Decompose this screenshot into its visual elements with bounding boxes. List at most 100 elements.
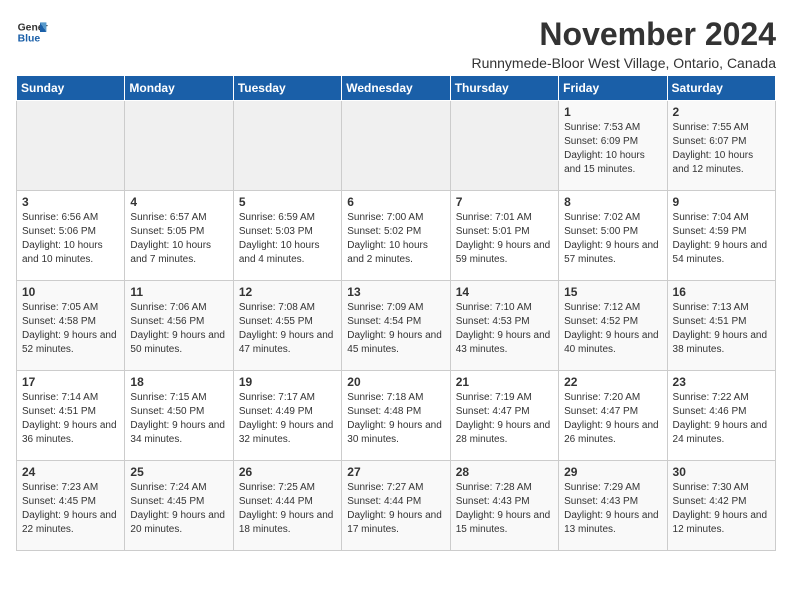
cell-info: Sunrise: 7:28 AM Sunset: 4:43 PM Dayligh… xyxy=(456,481,553,537)
day-number: 18 xyxy=(130,375,227,389)
calendar-table: SundayMondayTuesdayWednesdayThursdayFrid… xyxy=(16,75,776,551)
day-number: 29 xyxy=(564,465,661,479)
calendar-cell: 20 Sunrise: 7:18 AM Sunset: 4:48 PM Dayli… xyxy=(342,371,450,461)
calendar-cell: 5 Sunrise: 6:59 AM Sunset: 5:03 PM Daylig… xyxy=(233,191,341,281)
cell-info: Sunrise: 6:57 AM Sunset: 5:05 PM Dayligh… xyxy=(130,211,227,267)
cell-info: Sunrise: 7:53 AM Sunset: 6:09 PM Dayligh… xyxy=(564,121,661,177)
day-number: 13 xyxy=(347,285,444,299)
day-number: 20 xyxy=(347,375,444,389)
day-number: 8 xyxy=(564,195,661,209)
day-number: 14 xyxy=(456,285,553,299)
title-block: November 2024 Runnymede-Bloor West Villa… xyxy=(471,16,776,71)
subtitle: Runnymede-Bloor West Village, Ontario, C… xyxy=(471,55,776,71)
cell-info: Sunrise: 7:17 AM Sunset: 4:49 PM Dayligh… xyxy=(239,391,336,447)
month-title: November 2024 xyxy=(471,16,776,53)
cell-info: Sunrise: 7:22 AM Sunset: 4:46 PM Dayligh… xyxy=(673,391,770,447)
day-number: 6 xyxy=(347,195,444,209)
cell-info: Sunrise: 7:04 AM Sunset: 4:59 PM Dayligh… xyxy=(673,211,770,267)
calendar-week-row: 3 Sunrise: 6:56 AM Sunset: 5:06 PM Daylig… xyxy=(17,191,776,281)
day-number: 10 xyxy=(22,285,119,299)
day-number: 5 xyxy=(239,195,336,209)
cell-info: Sunrise: 7:55 AM Sunset: 6:07 PM Dayligh… xyxy=(673,121,770,177)
cell-info: Sunrise: 6:59 AM Sunset: 5:03 PM Dayligh… xyxy=(239,211,336,267)
calendar-week-row: 24 Sunrise: 7:23 AM Sunset: 4:45 PM Dayli… xyxy=(17,461,776,551)
calendar-cell: 23 Sunrise: 7:22 AM Sunset: 4:46 PM Dayli… xyxy=(667,371,775,461)
cell-info: Sunrise: 7:19 AM Sunset: 4:47 PM Dayligh… xyxy=(456,391,553,447)
cell-info: Sunrise: 7:12 AM Sunset: 4:52 PM Dayligh… xyxy=(564,301,661,357)
calendar-cell: 14 Sunrise: 7:10 AM Sunset: 4:53 PM Dayli… xyxy=(450,281,558,371)
calendar-cell: 24 Sunrise: 7:23 AM Sunset: 4:45 PM Dayli… xyxy=(17,461,125,551)
cell-info: Sunrise: 7:06 AM Sunset: 4:56 PM Dayligh… xyxy=(130,301,227,357)
day-number: 25 xyxy=(130,465,227,479)
calendar-cell: 22Sunrise: 7:20 AM Sunset: 4:47 PM Dayli… xyxy=(559,371,667,461)
calendar-cell xyxy=(125,101,233,191)
calendar-cell: 11Sunrise: 7:06 AM Sunset: 4:56 PM Dayli… xyxy=(125,281,233,371)
weekday-header-cell: Monday xyxy=(125,76,233,101)
calendar-cell xyxy=(17,101,125,191)
day-number: 19 xyxy=(239,375,336,389)
calendar-cell: 19 Sunrise: 7:17 AM Sunset: 4:49 PM Dayli… xyxy=(233,371,341,461)
calendar-cell: 13 Sunrise: 7:09 AM Sunset: 4:54 PM Dayli… xyxy=(342,281,450,371)
calendar-cell: 4Sunrise: 6:57 AM Sunset: 5:05 PM Daylig… xyxy=(125,191,233,281)
day-number: 12 xyxy=(239,285,336,299)
calendar-cell: 10 Sunrise: 7:05 AM Sunset: 4:58 PM Dayli… xyxy=(17,281,125,371)
calendar-cell: 30 Sunrise: 7:30 AM Sunset: 4:42 PM Dayli… xyxy=(667,461,775,551)
calendar-cell: 3 Sunrise: 6:56 AM Sunset: 5:06 PM Daylig… xyxy=(17,191,125,281)
calendar-week-row: 17Sunrise: 7:14 AM Sunset: 4:51 PM Dayli… xyxy=(17,371,776,461)
calendar-cell: 21 Sunrise: 7:19 AM Sunset: 4:47 PM Dayli… xyxy=(450,371,558,461)
cell-info: Sunrise: 7:10 AM Sunset: 4:53 PM Dayligh… xyxy=(456,301,553,357)
day-number: 28 xyxy=(456,465,553,479)
calendar-cell: 8 Sunrise: 7:02 AM Sunset: 5:00 PM Daylig… xyxy=(559,191,667,281)
calendar-cell: 17Sunrise: 7:14 AM Sunset: 4:51 PM Dayli… xyxy=(17,371,125,461)
cell-info: Sunrise: 7:18 AM Sunset: 4:48 PM Dayligh… xyxy=(347,391,444,447)
day-number: 9 xyxy=(673,195,770,209)
day-number: 2 xyxy=(673,105,770,119)
calendar-cell: 25 Sunrise: 7:24 AM Sunset: 4:45 PM Dayli… xyxy=(125,461,233,551)
calendar-cell: 26Sunrise: 7:25 AM Sunset: 4:44 PM Dayli… xyxy=(233,461,341,551)
cell-info: Sunrise: 7:09 AM Sunset: 4:54 PM Dayligh… xyxy=(347,301,444,357)
calendar-cell xyxy=(233,101,341,191)
cell-info: Sunrise: 7:08 AM Sunset: 4:55 PM Dayligh… xyxy=(239,301,336,357)
day-number: 23 xyxy=(673,375,770,389)
cell-info: Sunrise: 7:24 AM Sunset: 4:45 PM Dayligh… xyxy=(130,481,227,537)
weekday-header-cell: Wednesday xyxy=(342,76,450,101)
day-number: 7 xyxy=(456,195,553,209)
calendar-cell: 28 Sunrise: 7:28 AM Sunset: 4:43 PM Dayli… xyxy=(450,461,558,551)
calendar-cell: 16Sunrise: 7:13 AM Sunset: 4:51 PM Dayli… xyxy=(667,281,775,371)
day-number: 24 xyxy=(22,465,119,479)
cell-info: Sunrise: 7:01 AM Sunset: 5:01 PM Dayligh… xyxy=(456,211,553,267)
calendar-cell: 18 Sunrise: 7:15 AM Sunset: 4:50 PM Dayli… xyxy=(125,371,233,461)
calendar-cell: 15Sunrise: 7:12 AM Sunset: 4:52 PM Dayli… xyxy=(559,281,667,371)
cell-info: Sunrise: 7:15 AM Sunset: 4:50 PM Dayligh… xyxy=(130,391,227,447)
cell-info: Sunrise: 7:30 AM Sunset: 4:42 PM Dayligh… xyxy=(673,481,770,537)
calendar-cell: 1 Sunrise: 7:53 AM Sunset: 6:09 PM Daylig… xyxy=(559,101,667,191)
calendar-cell: 6 Sunrise: 7:00 AM Sunset: 5:02 PM Daylig… xyxy=(342,191,450,281)
cell-info: Sunrise: 7:02 AM Sunset: 5:00 PM Dayligh… xyxy=(564,211,661,267)
day-number: 30 xyxy=(673,465,770,479)
calendar-cell: 27Sunrise: 7:27 AM Sunset: 4:44 PM Dayli… xyxy=(342,461,450,551)
day-number: 21 xyxy=(456,375,553,389)
cell-info: Sunrise: 7:27 AM Sunset: 4:44 PM Dayligh… xyxy=(347,481,444,537)
calendar-cell: 9 Sunrise: 7:04 AM Sunset: 4:59 PM Daylig… xyxy=(667,191,775,281)
calendar-cell: 7 Sunrise: 7:01 AM Sunset: 5:01 PM Daylig… xyxy=(450,191,558,281)
header: General Blue November 2024 Runnymede-Blo… xyxy=(16,16,776,71)
cell-info: Sunrise: 7:29 AM Sunset: 4:43 PM Dayligh… xyxy=(564,481,661,537)
day-number: 1 xyxy=(564,105,661,119)
weekday-header-cell: Saturday xyxy=(667,76,775,101)
cell-info: Sunrise: 7:25 AM Sunset: 4:44 PM Dayligh… xyxy=(239,481,336,537)
calendar-cell: 29 Sunrise: 7:29 AM Sunset: 4:43 PM Dayli… xyxy=(559,461,667,551)
calendar-week-row: 1 Sunrise: 7:53 AM Sunset: 6:09 PM Daylig… xyxy=(17,101,776,191)
day-number: 3 xyxy=(22,195,119,209)
calendar-cell xyxy=(450,101,558,191)
calendar-cell: 12 Sunrise: 7:08 AM Sunset: 4:55 PM Dayli… xyxy=(233,281,341,371)
logo-icon: General Blue xyxy=(16,16,48,48)
day-number: 16 xyxy=(673,285,770,299)
weekday-header-row: SundayMondayTuesdayWednesdayThursdayFrid… xyxy=(17,76,776,101)
cell-info: Sunrise: 7:05 AM Sunset: 4:58 PM Dayligh… xyxy=(22,301,119,357)
weekday-header-cell: Thursday xyxy=(450,76,558,101)
cell-info: Sunrise: 7:23 AM Sunset: 4:45 PM Dayligh… xyxy=(22,481,119,537)
cell-info: Sunrise: 6:56 AM Sunset: 5:06 PM Dayligh… xyxy=(22,211,119,267)
cell-info: Sunrise: 7:00 AM Sunset: 5:02 PM Dayligh… xyxy=(347,211,444,267)
day-number: 22 xyxy=(564,375,661,389)
calendar-cell: 2 Sunrise: 7:55 AM Sunset: 6:07 PM Daylig… xyxy=(667,101,775,191)
